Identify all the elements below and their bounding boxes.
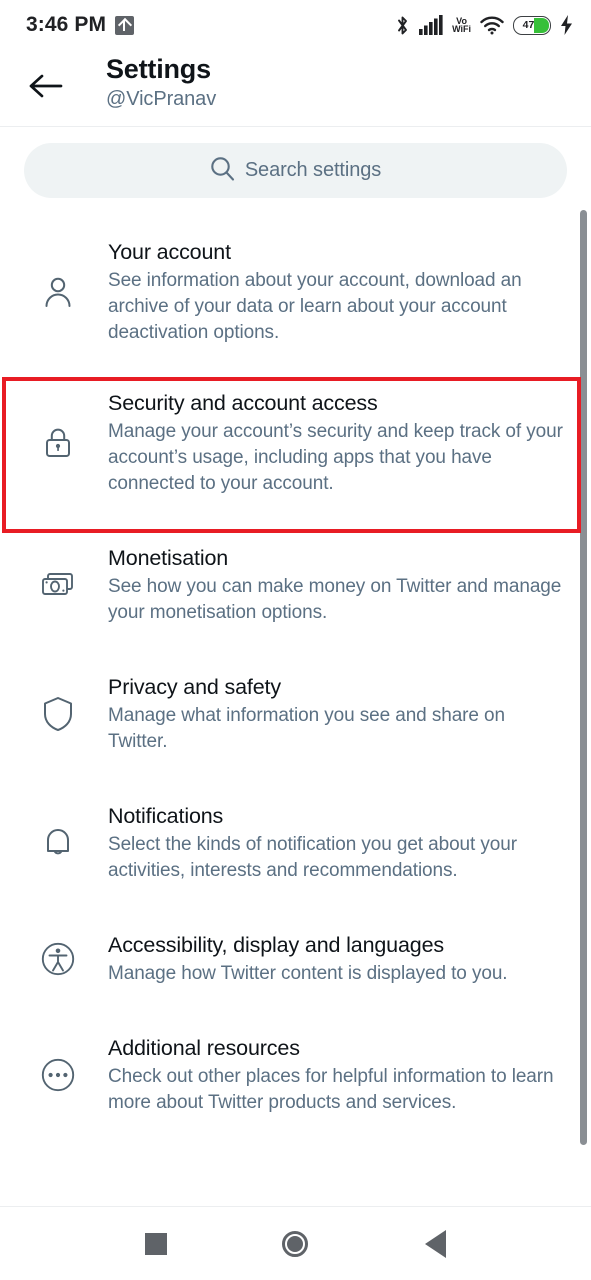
battery-indicator: 47	[513, 15, 551, 35]
settings-item-text: Your account See information about your …	[108, 237, 591, 346]
settings-item-text: Additional resources Check out other pla…	[108, 1033, 591, 1116]
accessibility-icon	[0, 941, 108, 977]
settings-item-privacy-and-safety[interactable]: Privacy and safety Manage what informati…	[0, 646, 591, 775]
cellular-signal-icon	[419, 15, 443, 35]
settings-item-title: Security and account access	[108, 391, 378, 415]
settings-item-text: Monetisation See how you can make money …	[108, 543, 591, 626]
settings-list: Your account See information about your …	[0, 213, 591, 1203]
settings-item-description: Manage how Twitter content is displayed …	[108, 963, 508, 984]
settings-item-title: Accessibility, display and languages	[108, 933, 445, 957]
settings-item-title: Your account	[108, 240, 231, 264]
settings-item-text: Security and account access Manage your …	[108, 388, 591, 497]
search-settings-field[interactable]: Search settings	[24, 143, 567, 198]
page-title: Settings	[106, 54, 211, 84]
ellipsis-circle-icon	[0, 1057, 108, 1093]
settings-item-description: Select the kinds of notification you get…	[108, 834, 517, 881]
settings-item-description: See information about your account, down…	[108, 270, 522, 343]
settings-item-title: Additional resources	[108, 1036, 300, 1060]
circle-home-icon[interactable]	[267, 1216, 323, 1272]
settings-item-title: Privacy and safety	[108, 675, 281, 699]
settings-item-monetisation[interactable]: Monetisation See how you can make money …	[0, 517, 591, 646]
lock-icon	[0, 425, 108, 461]
settings-item-security-and-account-access[interactable]: Security and account access Manage your …	[0, 364, 591, 517]
settings-item-text: Accessibility, display and languages Man…	[108, 930, 591, 987]
settings-item-description: Manage your account’s security and keep …	[108, 421, 563, 494]
settings-item-notifications[interactable]: Notifications Select the kinds of notifi…	[0, 775, 591, 904]
status-bar: 3:46 PM Vo WiFi 47	[0, 0, 591, 50]
account-handle: @VicPranav	[106, 88, 217, 110]
search-input[interactable]: Search settings	[245, 159, 381, 182]
bell-icon	[0, 825, 108, 861]
android-navigation-bar	[0, 1206, 591, 1280]
wifi-icon	[480, 16, 504, 35]
money-icon	[0, 569, 108, 601]
bluetooth-icon	[395, 15, 410, 36]
settings-item-additional-resources[interactable]: Additional resources Check out other pla…	[0, 1009, 591, 1140]
settings-item-description: Check out other places for helpful infor…	[108, 1066, 554, 1113]
status-bar-right: Vo WiFi 47	[395, 15, 573, 36]
upload-indicator-icon	[115, 15, 135, 35]
volte-line-2: WiFi	[452, 24, 471, 34]
shield-icon	[0, 696, 108, 732]
status-clock: 3:46 PM	[26, 13, 107, 36]
phone-screen: 3:46 PM Vo WiFi 47 Settings @VicPranav S…	[0, 0, 591, 1280]
settings-item-text: Privacy and safety Manage what informati…	[108, 672, 591, 755]
charging-bolt-icon	[560, 15, 573, 35]
search-icon	[210, 156, 235, 186]
settings-item-title: Monetisation	[108, 546, 229, 570]
volte-wifi-icon: Vo WiFi	[452, 16, 471, 34]
triangle-back-icon[interactable]	[407, 1216, 463, 1272]
settings-item-text: Notifications Select the kinds of notifi…	[108, 801, 591, 884]
person-icon	[0, 275, 108, 309]
battery-percent-label: 47	[522, 19, 535, 31]
app-header: Settings @VicPranav	[0, 50, 591, 127]
header-title-group: Settings @VicPranav	[106, 52, 216, 113]
vertical-scrollbar[interactable]	[580, 210, 587, 1145]
settings-item-description: See how you can make money on Twitter an…	[108, 576, 562, 623]
settings-item-title: Notifications	[108, 804, 224, 828]
status-bar-left: 3:46 PM	[26, 13, 135, 37]
back-arrow-icon[interactable]	[24, 64, 68, 108]
settings-item-your-account[interactable]: Your account See information about your …	[0, 213, 591, 364]
settings-item-description: Manage what information you see and shar…	[108, 705, 505, 752]
square-recents-icon[interactable]	[128, 1216, 184, 1272]
settings-item-accessibility-display-and-languages[interactable]: Accessibility, display and languages Man…	[0, 904, 591, 1009]
